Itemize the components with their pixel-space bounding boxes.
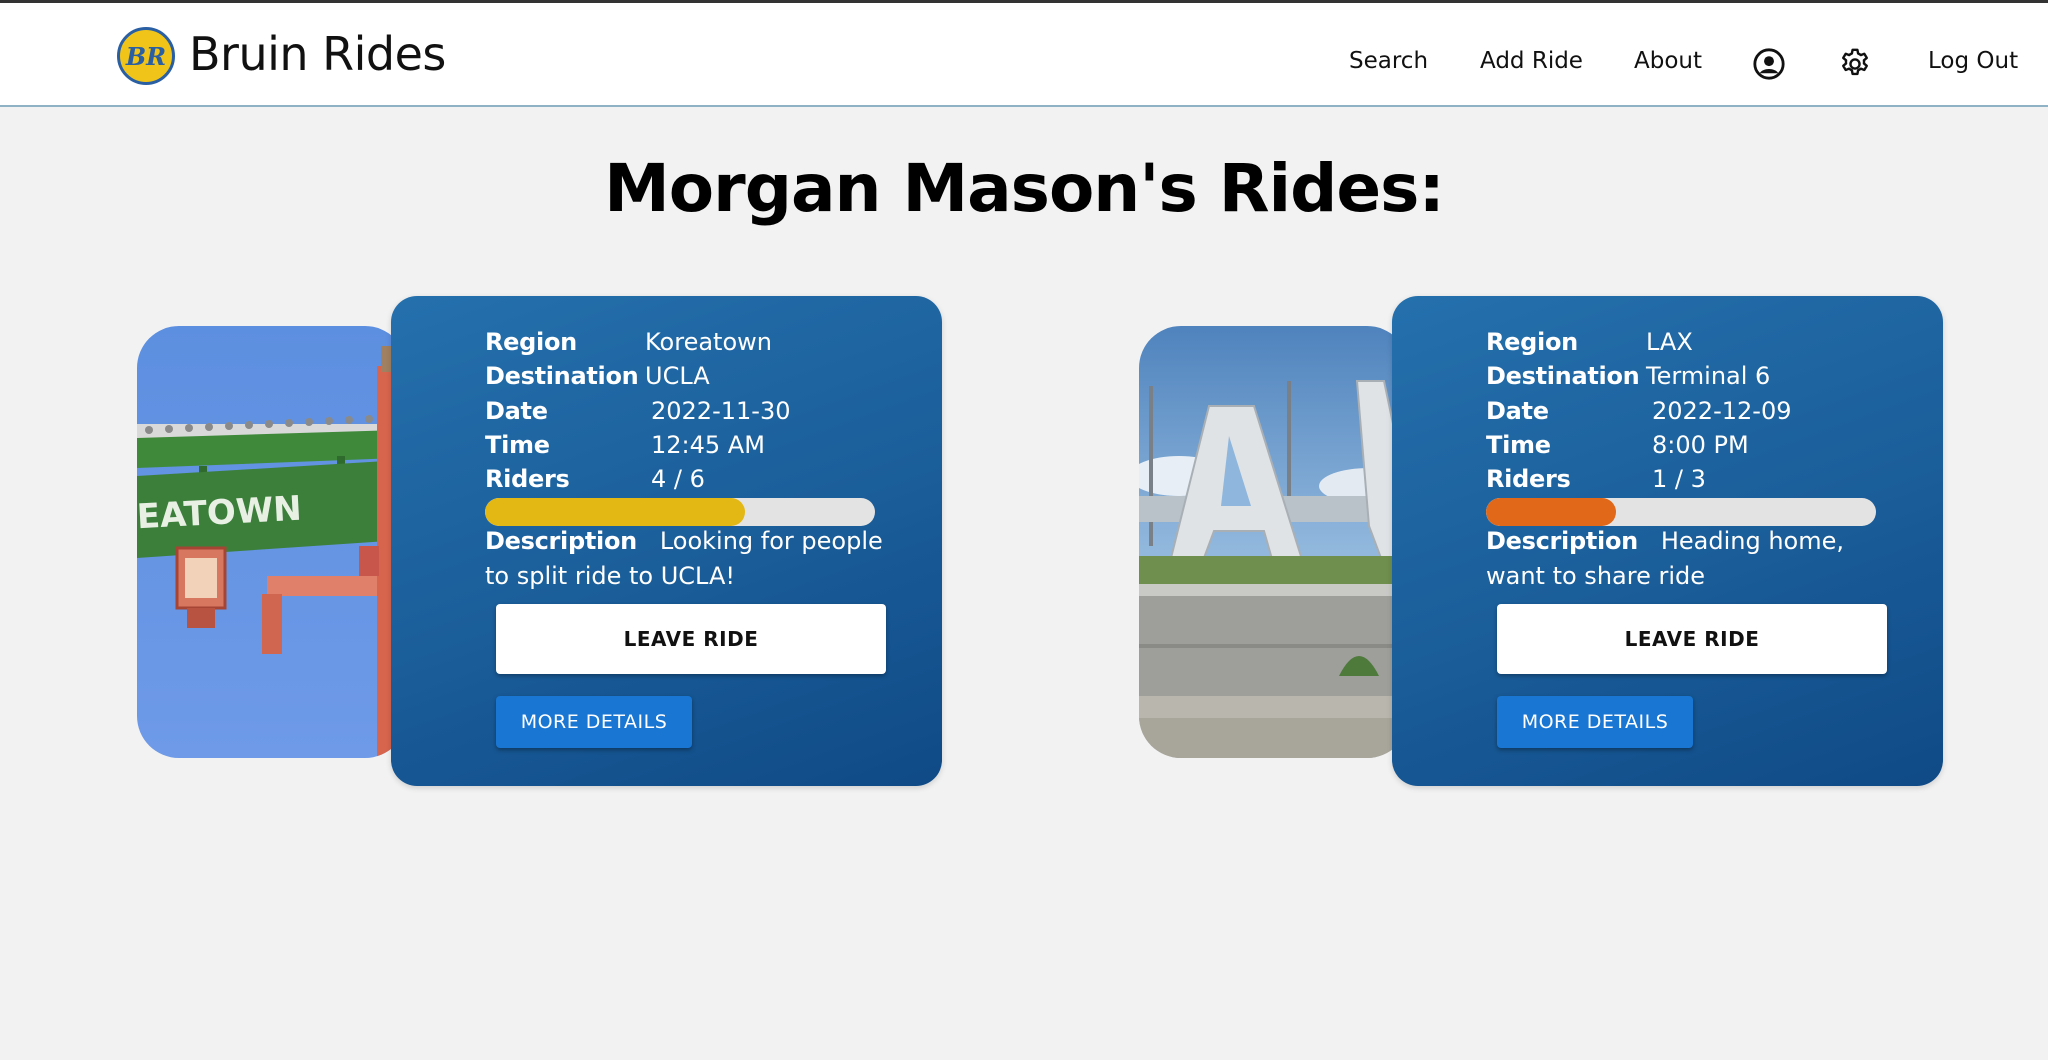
description-label: Description <box>1486 527 1638 555</box>
destination-label: Destination <box>1486 362 1640 390</box>
ride-card-koreatown: Region Koreatown Destination UCLA Date 2… <box>391 296 942 786</box>
riders-progress-fill <box>1486 498 1616 526</box>
account-circle-icon[interactable] <box>1752 47 1786 81</box>
nav-search-link[interactable]: Search <box>1349 48 1428 74</box>
date-label: Date <box>485 397 548 425</box>
navbar: BR Bruin Rides Search Add Ride About Log… <box>0 3 2048 107</box>
riders-value: 1 / 3 <box>1652 465 1706 493</box>
leave-ride-button[interactable]: LEAVE RIDE <box>496 604 886 674</box>
time-label: Time <box>1486 431 1551 459</box>
brand-name[interactable]: Bruin Rides <box>189 27 446 81</box>
nav-add-ride-link[interactable]: Add Ride <box>1480 48 1583 74</box>
gear-icon[interactable] <box>1838 47 1872 81</box>
destination-value: Terminal 6 <box>1646 362 1771 390</box>
ride-photo-lax: AX <box>1139 326 1409 758</box>
riders-value: 4 / 6 <box>651 465 705 493</box>
region-label: Region <box>1486 328 1578 356</box>
description-block: Description Heading home, want to share … <box>1486 524 1846 594</box>
ride-photo-koreatown: EATOWN <box>137 326 407 758</box>
region-value: Koreatown <box>645 328 772 356</box>
riders-progress-bar <box>485 498 875 526</box>
ride-card-lax: Region LAX Destination Terminal 6 Date 2… <box>1392 296 1943 786</box>
riders-label: Riders <box>485 465 570 493</box>
date-value: 2022-11-30 <box>651 397 791 425</box>
destination-value: UCLA <box>645 362 710 390</box>
time-value: 12:45 AM <box>651 431 765 459</box>
destination-label: Destination <box>485 362 639 390</box>
leave-ride-button[interactable]: LEAVE RIDE <box>1497 604 1887 674</box>
date-label: Date <box>1486 397 1549 425</box>
more-details-button[interactable]: MORE DETAILS <box>1497 696 1693 748</box>
nav-logout-link[interactable]: Log Out <box>1928 48 2018 74</box>
region-value: LAX <box>1646 328 1693 356</box>
brand-logo[interactable]: BR <box>117 27 175 85</box>
more-details-button[interactable]: MORE DETAILS <box>496 696 692 748</box>
page-title: Morgan Mason's Rides: <box>604 150 1445 227</box>
time-value: 8:00 PM <box>1652 431 1749 459</box>
time-label: Time <box>485 431 550 459</box>
riders-progress-fill <box>485 498 746 526</box>
date-value: 2022-12-09 <box>1652 397 1792 425</box>
riders-progress-bar <box>1486 498 1876 526</box>
riders-label: Riders <box>1486 465 1571 493</box>
region-label: Region <box>485 328 577 356</box>
brand-logo-mark: BR <box>125 41 167 71</box>
nav-about-link[interactable]: About <box>1634 48 1702 74</box>
description-block: Description Looking for people to split … <box>485 524 885 594</box>
description-label: Description <box>485 527 637 555</box>
